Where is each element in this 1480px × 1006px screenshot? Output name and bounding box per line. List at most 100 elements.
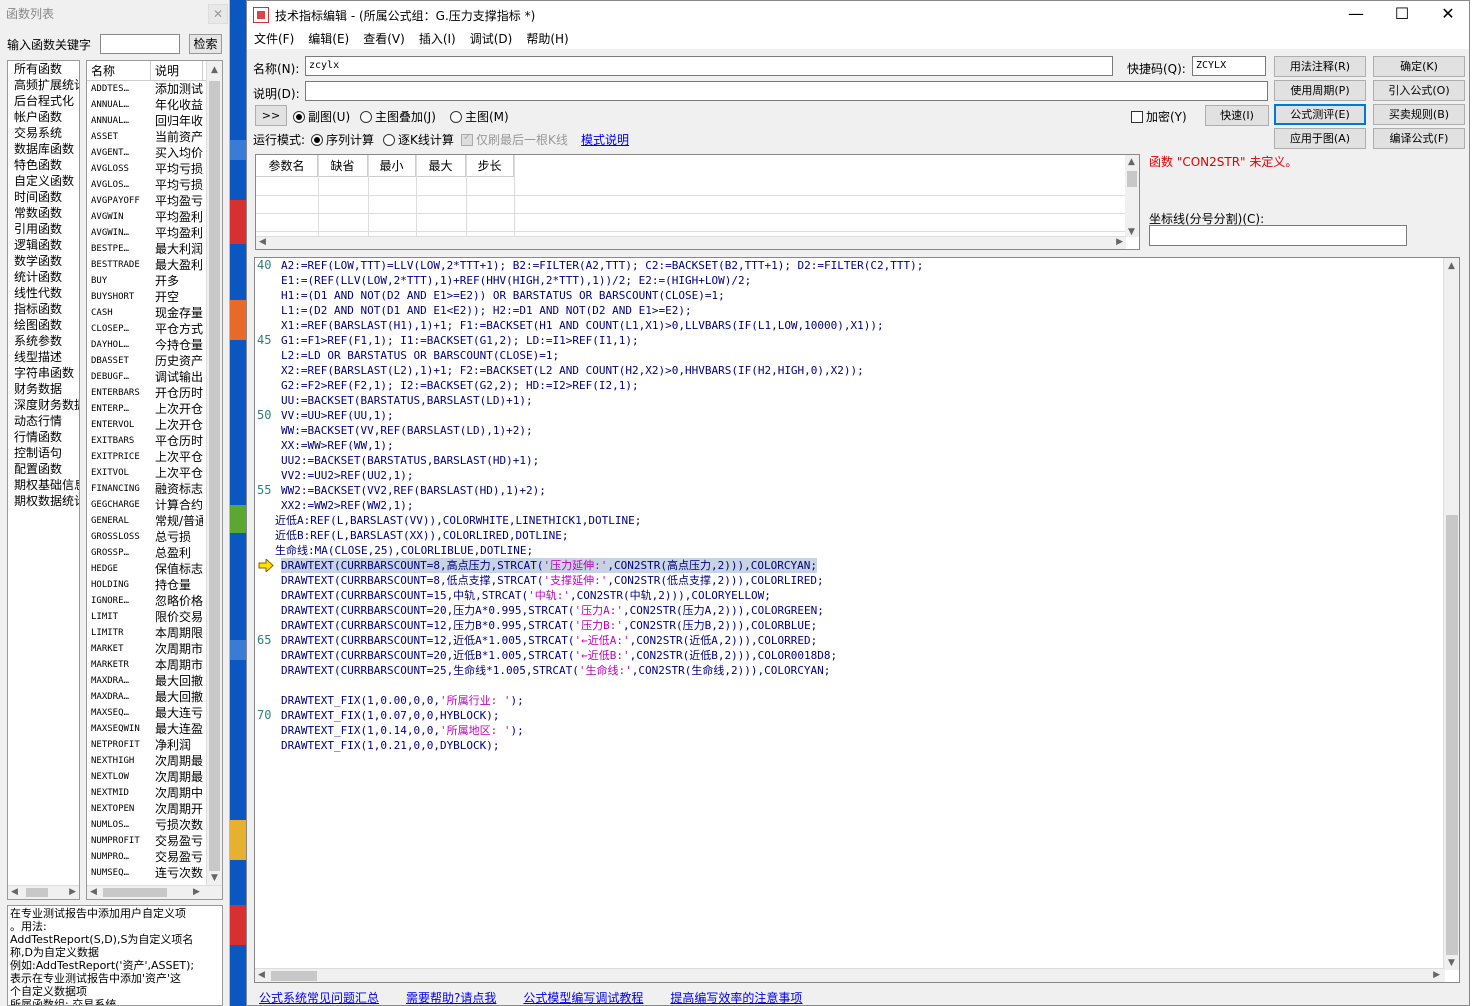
code-line[interactable]: DRAWTEXT(CURRBARSCOUNT=20,压力A*0.995,STRC… [281,603,824,618]
code-editor[interactable]: 40 45 50 55 65 70 A2:=REF(LOW,TTT)=LLV(L… [254,257,1460,983]
category-item[interactable]: 动态行情 [8,413,79,429]
usage-period-button[interactable]: 使用周期(P) [1274,80,1366,101]
radio-sequential[interactable]: 序列计算 [311,131,374,148]
maximize-button[interactable]: ☐ [1379,1,1425,29]
function-row[interactable]: BESTPE… 最大利润 [87,241,222,257]
code-line[interactable]: UU:=BACKSET(BARSTATUS,BARSLAST(LD)+1); [281,393,533,408]
code-line[interactable]: G1:=F1>REF(F1,1); I1:=BACKSET(G1,2); LD:… [281,333,639,348]
category-item[interactable]: 数据库函数 [8,141,79,157]
menu-insert[interactable]: 插入(I) [412,29,463,49]
function-row[interactable]: AVGLOSS 平均亏损 [87,161,222,177]
scroll-left-icon[interactable]: ◀ [11,887,18,897]
scroll-right-icon[interactable]: ▶ [1433,970,1440,980]
scroll-right-icon[interactable]: ▶ [69,887,76,897]
fast-button[interactable]: 快速(I) [1205,105,1269,126]
function-row[interactable]: HEDGE 保值标志 [87,561,222,577]
radio-subchart[interactable]: 副图(U) [293,108,350,125]
import-formula-button[interactable]: 引入公式(O) [1373,80,1465,101]
function-row[interactable]: IGNORE… 忽略价格 [87,593,222,609]
scroll-right-icon[interactable]: ▶ [1116,237,1123,247]
category-item[interactable]: 线性代数 [8,285,79,301]
function-row[interactable]: CASH 现金存量 [87,305,222,321]
scroll-left-icon[interactable]: ◀ [90,887,97,897]
function-row[interactable]: DBASSET 历史资产 [87,353,222,369]
title-bar[interactable]: 技术指标编辑 - (所属公式组：G.压力支撑指标 *) — ☐ ✕ [247,1,1469,29]
function-row[interactable]: HOLDING 持仓量 [87,577,222,593]
efficiency-tips-link[interactable]: 提高编写效率的注意事项 [670,989,802,1006]
function-row[interactable]: MAXDRA… 最大回撤 [87,689,222,705]
function-row[interactable]: AVGWIN… 平均盈利 [87,225,222,241]
code-line[interactable]: DRAWTEXT(CURRBARSCOUNT=20,近低B*1.005,STRC… [281,648,837,663]
code-line[interactable]: DRAWTEXT_FIX(1,0.07,0,0,HYBLOCK); [281,708,500,723]
scroll-left-icon[interactable]: ◀ [258,970,265,980]
param-col-name[interactable]: 参数名 [256,155,318,177]
code-line[interactable]: DRAWTEXT(CURRBARSCOUNT=25,生命线*1.005,STRC… [281,663,830,678]
desc-input[interactable] [305,81,1268,101]
function-row[interactable]: BUY 开多 [87,273,222,289]
function-row[interactable]: AVGLOS… 平均亏损 [87,177,222,193]
name-input[interactable]: zcylx [305,56,1113,76]
function-row[interactable]: EXITVOL 上次平仓 [87,465,222,481]
parameter-table[interactable]: 参数名 缺省 最小 最大 步长 ▲ ▼ ◀ ▶ [255,154,1140,250]
category-item[interactable]: 所有函数 [8,61,79,77]
formula-eval-button[interactable]: 公式测评(E) [1274,104,1366,125]
function-row[interactable]: ENTERBARS 开仓历时 [87,385,222,401]
scroll-up-icon[interactable]: ▲ [1448,261,1455,271]
function-table[interactable]: 名称 说明 ADDTES… 添加测试 ANNUAL… 年化收益 ANNUAL… 回归年收 A… [86,60,223,900]
function-row[interactable]: LIMIT 限价交易 [87,609,222,625]
category-item[interactable]: 期权数据统计 [8,493,79,509]
function-row[interactable]: AVGWIN 平均盈利 [87,209,222,225]
apply-to-chart-button[interactable]: 应用于图(A) [1274,128,1366,149]
scroll-left-icon[interactable]: ◀ [259,237,266,247]
category-item[interactable]: 数学函数 [8,253,79,269]
category-item[interactable]: 行情函数 [8,429,79,445]
function-row[interactable]: AVGENT… 买入均价 [87,145,222,161]
code-line[interactable]: H1:=(D1 AND NOT(D2 AND E1>=E2)) OR BARST… [281,288,725,303]
function-row[interactable]: EXITPRICE 上次平仓 [87,449,222,465]
code-line[interactable]: L1:=(D2 AND NOT(D1 AND E1<E2)); H2:=D1 A… [281,303,692,318]
function-row[interactable]: DAYHOL… 今持仓量 [87,337,222,353]
code-line[interactable]: 生命线:MA(CLOSE,25),COLORLIBLUE,DOTLINE; [275,543,533,558]
code-line[interactable]: XX:=WW>REF(WW,1); [281,438,394,453]
editor-hscrollbar[interactable]: ◀ ▶ [255,968,1445,982]
code-line[interactable]: WW:=BACKSET(VV,REF(BARSLAST(LD),1)+2); [281,423,533,438]
function-row[interactable]: GENERAL 常规/普通 [87,513,222,529]
scroll-up-icon[interactable]: ▲ [1128,157,1135,167]
code-line[interactable]: DRAWTEXT(CURRBARSCOUNT=8,高点压力,STRCAT('压力… [281,558,817,573]
category-item[interactable]: 系统参数 [8,333,79,349]
category-item[interactable]: 帐户函数 [8,109,79,125]
code-line[interactable]: E1:=(REF(LLV(LOW,2*TTT),1)+REF(HHV(HIGH,… [281,273,751,288]
menu-edit[interactable]: 编辑(E) [301,29,356,49]
axis-lines-input[interactable] [1149,225,1407,246]
category-item[interactable]: 期权基础信息 [8,477,79,493]
category-item[interactable]: 深度财务数据 [8,397,79,413]
category-item[interactable]: 财务数据 [8,381,79,397]
editor-vscrollbar[interactable]: ▲ ▼ [1443,258,1459,970]
col-header-desc[interactable]: 说明 [151,61,203,80]
function-row[interactable]: MAXSEQ… 最大连亏 [87,705,222,721]
col-header-name[interactable]: 名称 [87,61,151,80]
category-item[interactable]: 控制语句 [8,445,79,461]
code-line[interactable]: DRAWTEXT_FIX(1,0.00,0,0,'所属行业: '); [281,693,524,708]
param-hscrollbar[interactable]: ◀ ▶ [256,236,1126,249]
panel-close-button[interactable]: ✕ [208,4,228,24]
function-row[interactable]: NUMLOS… 亏损次数 [87,817,222,833]
menu-file[interactable]: 文件(F) [247,29,301,49]
function-row[interactable]: ENTERP… 上次开仓 [87,401,222,417]
function-row[interactable]: ENTERVOL 上次开仓 [87,417,222,433]
trade-rules-button[interactable]: 买卖规则(B) [1373,104,1465,125]
function-row[interactable]: GROSSLOSS 总亏损 [87,529,222,545]
scroll-up-icon[interactable]: ▲ [211,65,218,75]
ok-button[interactable]: 确定(K) [1373,56,1465,77]
category-item[interactable]: 交易系统 [8,125,79,141]
param-col-min[interactable]: 最小 [368,155,416,177]
category-item[interactable]: 特色函数 [8,157,79,173]
code-line[interactable]: L2:=LD OR BARSTATUS OR BARSCOUNT(CLOSE)=… [281,348,559,363]
function-row[interactable]: MARKETR 本周期市 [87,657,222,673]
refresh-last-bar-checkbox[interactable]: 仅刷最后一根K线 [461,131,568,148]
function-row[interactable]: GEGCHARGE 计算合约 [87,497,222,513]
scroll-down-icon[interactable]: ▼ [211,873,218,883]
function-row[interactable]: EXITBARS 平仓历时 [87,433,222,449]
category-item[interactable]: 自定义函数 [8,173,79,189]
function-row[interactable]: BUYSHORT 开空 [87,289,222,305]
